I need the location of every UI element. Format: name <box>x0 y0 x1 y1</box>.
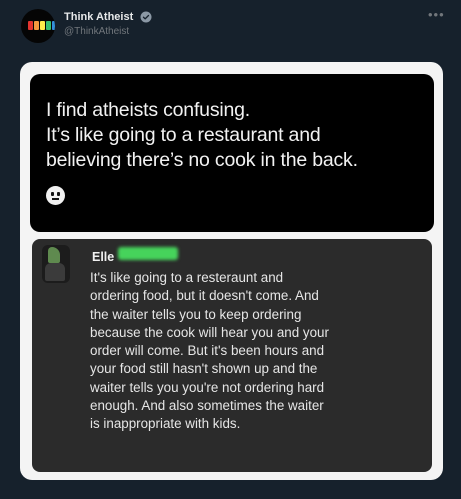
tweet-media-image[interactable]: I find atheists confusing. It’s like goi… <box>20 62 443 480</box>
author-handle[interactable]: @ThinkAtheist <box>64 26 129 37</box>
reply-line: your food still hasn't shown up and the <box>90 361 318 377</box>
reply-author-name: Elle <box>92 250 115 264</box>
quoted-post-text: I find atheists confusing. It’s like goi… <box>46 98 432 173</box>
reply-line: waiter tells you you're not ordering har… <box>90 379 325 395</box>
reply-line: the waiter tells you to keep ordering <box>90 306 302 322</box>
reply-line: ordering food, but it doesn't come. And <box>90 288 319 304</box>
author-avatar[interactable] <box>21 9 55 43</box>
reply-line: enough. And also sometimes the waiter <box>90 398 324 414</box>
neutral-face-icon <box>46 186 65 205</box>
quoted-post-line: It’s like going to a restaurant and <box>46 124 321 146</box>
reply-line: order will come. But it's been hours and <box>90 343 325 359</box>
quoted-post-card: I find atheists confusing. It’s like goi… <box>30 74 434 232</box>
reply-line: is inappropriate with kids. <box>90 416 241 432</box>
name-redaction-mark <box>118 247 178 260</box>
reply-line: It's like going to a resteraunt and <box>90 270 284 285</box>
author-name[interactable]: Think Atheist <box>64 11 133 23</box>
reply-avatar <box>42 245 70 283</box>
think-atheist-logo-icon <box>28 21 55 30</box>
quoted-post-line: believing there’s no cook in the back. <box>46 149 358 171</box>
quoted-post-line: I find atheists confusing. <box>46 99 251 121</box>
reply-comment-text: It's like going to a resteraunt and orde… <box>90 269 420 434</box>
verified-badge-icon <box>140 11 152 23</box>
reply-line: because the cook will hear you and your <box>90 324 329 340</box>
tweet: Think Atheist @ThinkAtheist ••• I find a… <box>0 0 461 499</box>
reply-comment-card: Elle It's like going to a resteraunt and… <box>32 239 432 472</box>
more-options-icon[interactable]: ••• <box>428 7 445 22</box>
